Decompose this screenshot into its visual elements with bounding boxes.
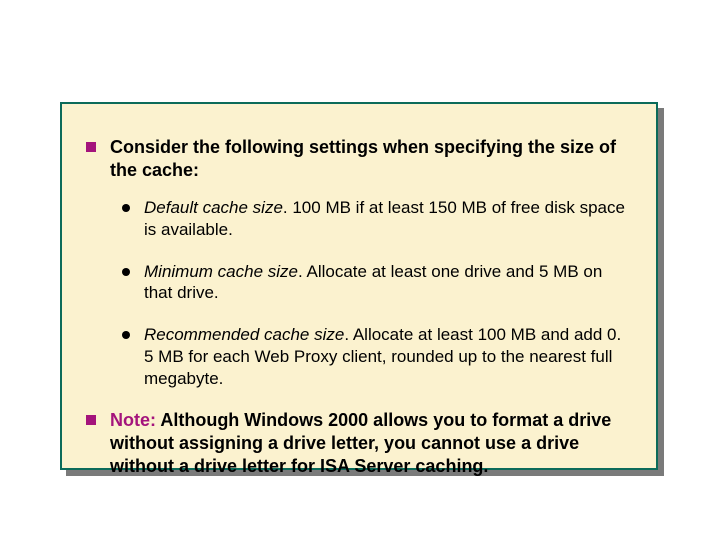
list-item: Minimum cache size. Allocate at least on… — [122, 261, 632, 305]
list-item-text: Recommended cache size. Allocate at leas… — [144, 324, 632, 389]
note-text: Note: Although Windows 2000 allows you t… — [110, 409, 632, 478]
list-item-lead: Minimum cache size — [144, 262, 298, 281]
round-bullet-icon — [122, 331, 130, 339]
note-label: Note: — [110, 410, 156, 430]
round-bullet-icon — [122, 268, 130, 276]
content-panel: Consider the following settings when spe… — [60, 102, 658, 470]
square-bullet-icon — [86, 142, 96, 152]
heading-text: Consider the following settings when spe… — [110, 136, 632, 181]
list-item-lead: Default cache size — [144, 198, 283, 217]
note-body: Although Windows 2000 allows you to form… — [110, 410, 611, 476]
sub-list: Default cache size. 100 MB if at least 1… — [122, 197, 632, 389]
round-bullet-icon — [122, 204, 130, 212]
slide: Consider the following settings when spe… — [0, 0, 720, 540]
list-item-lead: Recommended cache size — [144, 325, 344, 344]
list-item-text: Default cache size. 100 MB if at least 1… — [144, 197, 632, 241]
list-item: Default cache size. 100 MB if at least 1… — [122, 197, 632, 241]
list-item: Recommended cache size. Allocate at leas… — [122, 324, 632, 389]
list-item-text: Minimum cache size. Allocate at least on… — [144, 261, 632, 305]
square-bullet-icon — [86, 415, 96, 425]
heading-row: Consider the following settings when spe… — [86, 136, 632, 181]
note-row: Note: Although Windows 2000 allows you t… — [86, 409, 632, 478]
